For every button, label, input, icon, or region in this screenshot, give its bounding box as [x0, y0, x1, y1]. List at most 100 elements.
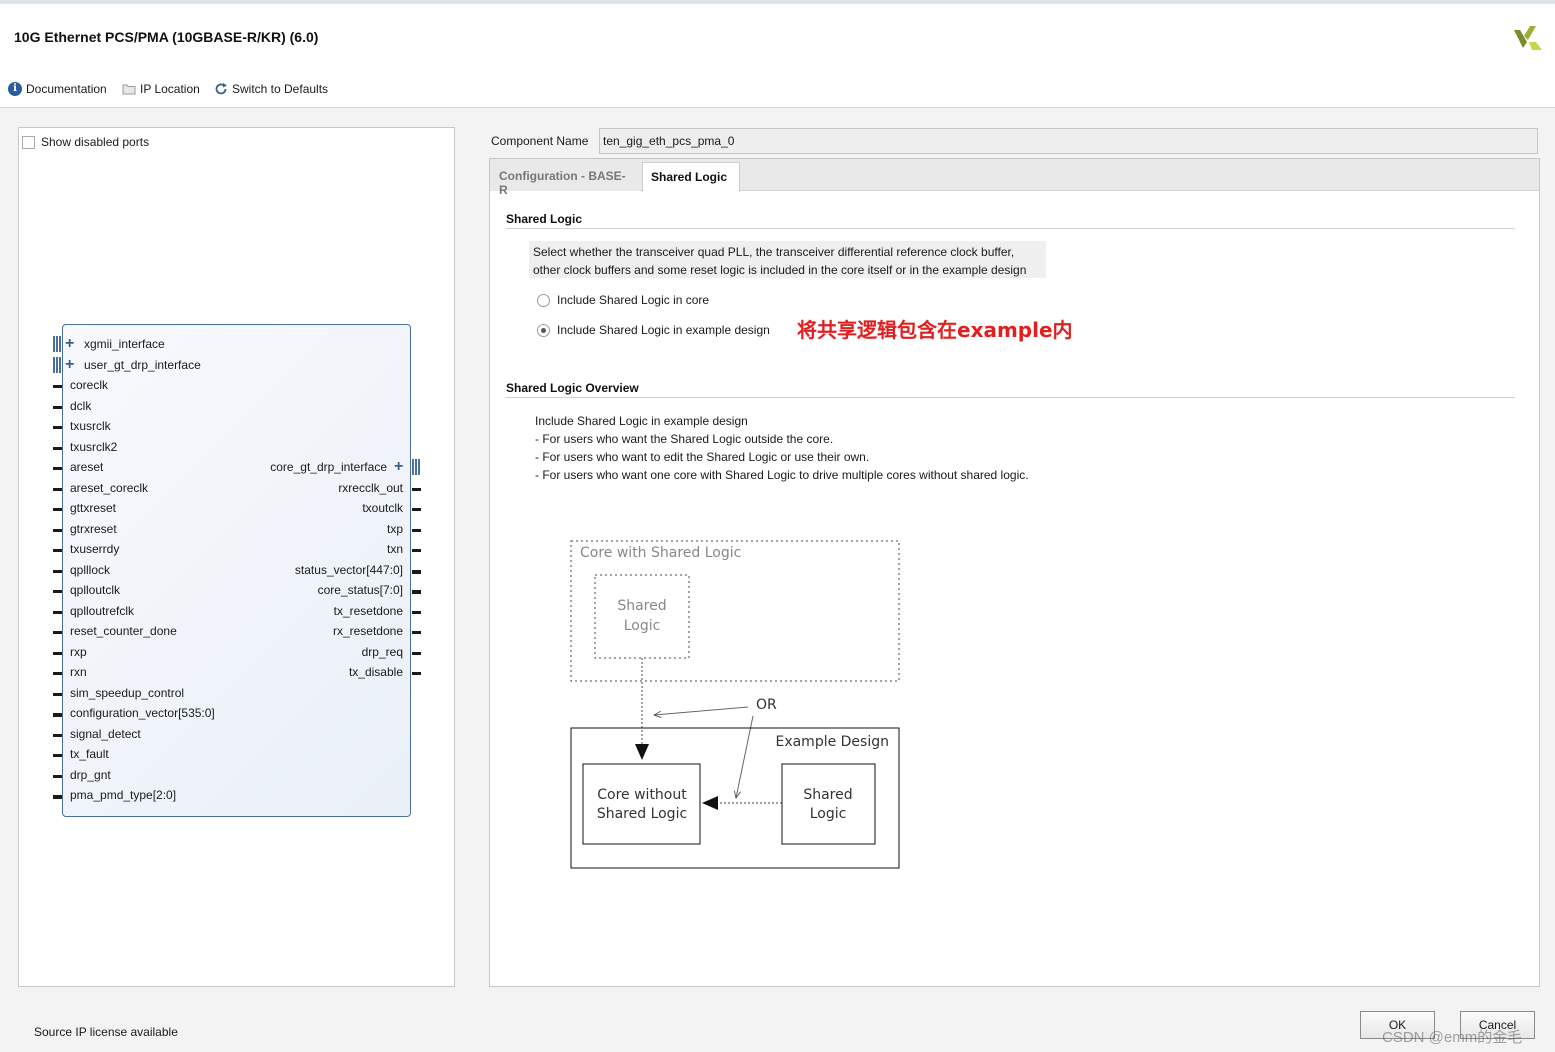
port-stub [53, 569, 62, 573]
description-line: Select whether the transceiver quad PLL,… [533, 245, 1015, 259]
shared-logic-top-line: Shared [617, 598, 666, 614]
radio-button[interactable] [537, 293, 550, 307]
ip-location-button[interactable]: IP Location [122, 80, 200, 98]
port-left: txuserrdy [70, 542, 120, 556]
port-stub [53, 405, 62, 409]
switch-to-defaults-label: Switch to Defaults [232, 82, 329, 96]
port-left: qplloutclk [70, 583, 121, 597]
port-stub [53, 713, 62, 717]
port-left: rxp [70, 644, 87, 659]
port-stub [53, 651, 62, 655]
port-stub [53, 446, 62, 450]
section-divider [506, 228, 1515, 229]
xilinx-logo-icon [1514, 26, 1542, 50]
port-stub [53, 733, 62, 737]
documentation-button[interactable]: i Documentation [8, 80, 107, 98]
port-stub [412, 569, 421, 574]
core-without-box [582, 763, 701, 845]
radio-include-in-core[interactable]: Include Shared Logic in core [537, 293, 709, 307]
port-stub [53, 508, 62, 511]
port-stub [53, 467, 62, 470]
tab-shared-logic[interactable]: Shared Logic [642, 162, 740, 192]
red-annotation: 将共享逻辑包含在example内 [797, 318, 1073, 342]
folder-icon [122, 84, 136, 95]
port-right: txoutclk [362, 501, 403, 515]
checkbox-box[interactable] [22, 135, 35, 149]
shared-logic-diagram: Core with Shared Logic Shared Logic OR E… [570, 540, 900, 869]
port-stub [412, 528, 421, 532]
radio-button-selected[interactable] [537, 323, 550, 337]
description-line: other clock buffers and some reset logic… [533, 263, 1027, 277]
overview-line: - For users who want the Shared Logic ou… [535, 432, 834, 446]
window-title: 10G Ethernet PCS/PMA (10GBASE-R/KR) (6.0… [14, 29, 319, 45]
overview-line: - For users who want one core with Share… [535, 468, 1029, 482]
shared-logic-heading: Shared Logic [506, 212, 583, 226]
port-stub [412, 549, 421, 552]
bus-connector-icon [53, 336, 61, 352]
port-left: sim_speedup_control [70, 685, 185, 700]
expand-plus-icon[interactable]: + [394, 459, 403, 475]
port-left: qplloutrefclk [70, 603, 135, 618]
expand-plus-icon[interactable]: + [65, 356, 74, 372]
port-stub [412, 631, 421, 634]
port-left: signal_detect [70, 726, 141, 741]
port-stub [53, 672, 62, 675]
show-disabled-ports-label: Show disabled ports [41, 135, 150, 149]
port-right: core_status[7:0] [317, 583, 403, 597]
shared-logic-top-line: Logic [624, 618, 661, 634]
bus-connector-icon [412, 459, 420, 475]
shared-logic-bottom-line: Logic [810, 806, 847, 822]
port-left: user_gt_drp_interface [84, 357, 201, 372]
port-left: configuration_vector[535:0] [70, 706, 215, 720]
port-stub [412, 590, 421, 594]
overview-heading: Shared Logic Overview [506, 381, 639, 395]
watermark: CSDN @emm的金毛 [1382, 1029, 1523, 1046]
info-icon: i [8, 82, 22, 96]
port-left: areset_coreclk [70, 480, 149, 495]
port-right: txp [386, 521, 403, 536]
shared-logic-top-box [594, 574, 690, 659]
port-stub [412, 610, 421, 614]
port-left: dclk [70, 398, 92, 413]
port-left: xgmii_interface [84, 337, 165, 351]
port-left: drp_gnt [70, 767, 111, 782]
or-arrow-left [654, 706, 749, 715]
bus-connector-icon [53, 356, 61, 373]
port-right: status_vector[447:0] [294, 562, 403, 577]
port-stub [53, 610, 62, 614]
port-right: tx_resetdone [333, 603, 403, 618]
port-stub [53, 385, 62, 388]
port-stub [53, 549, 62, 552]
radio-include-in-example-design[interactable]: Include Shared Logic in example design [537, 323, 770, 337]
left-arrow-head [702, 796, 718, 810]
port-stub [412, 508, 421, 511]
port-stub [53, 487, 62, 491]
port-left: gttxreset [70, 501, 117, 515]
port-stub [53, 795, 62, 799]
ip-location-label: IP Location [140, 82, 200, 96]
core-without-line: Core without [597, 787, 687, 803]
port-left: txusrclk2 [70, 439, 118, 454]
shared-logic-description: Select whether the transceiver quad PLL,… [529, 241, 1046, 278]
port-left: qplllock [70, 562, 111, 577]
core-without-line: Shared Logic [597, 806, 687, 822]
tab-configuration-base-r[interactable]: Configuration - BASE-R [491, 162, 639, 197]
show-disabled-ports-checkbox[interactable]: Show disabled ports [22, 135, 149, 149]
port-right: drp_req [361, 644, 403, 659]
down-arrow-head [635, 744, 649, 760]
expand-plus-icon[interactable]: + [65, 336, 74, 352]
port-left: rxn [70, 665, 87, 679]
component-name-label: Component Name [491, 134, 589, 148]
port-right: tx_disable [348, 665, 403, 679]
core-with-shared-label: Core with Shared Logic [580, 545, 741, 561]
top-border [0, 0, 1555, 4]
switch-to-defaults-button[interactable]: Switch to Defaults [214, 80, 328, 98]
port-left: gtrxreset [70, 521, 117, 536]
component-name-input[interactable] [599, 128, 1538, 154]
port-stub [53, 754, 62, 757]
port-right: core_gt_drp_interface [270, 460, 387, 474]
port-stub [53, 774, 62, 778]
port-left: reset_counter_done [70, 624, 177, 638]
port-left: areset [70, 460, 104, 474]
port-left: coreclk [70, 378, 109, 392]
